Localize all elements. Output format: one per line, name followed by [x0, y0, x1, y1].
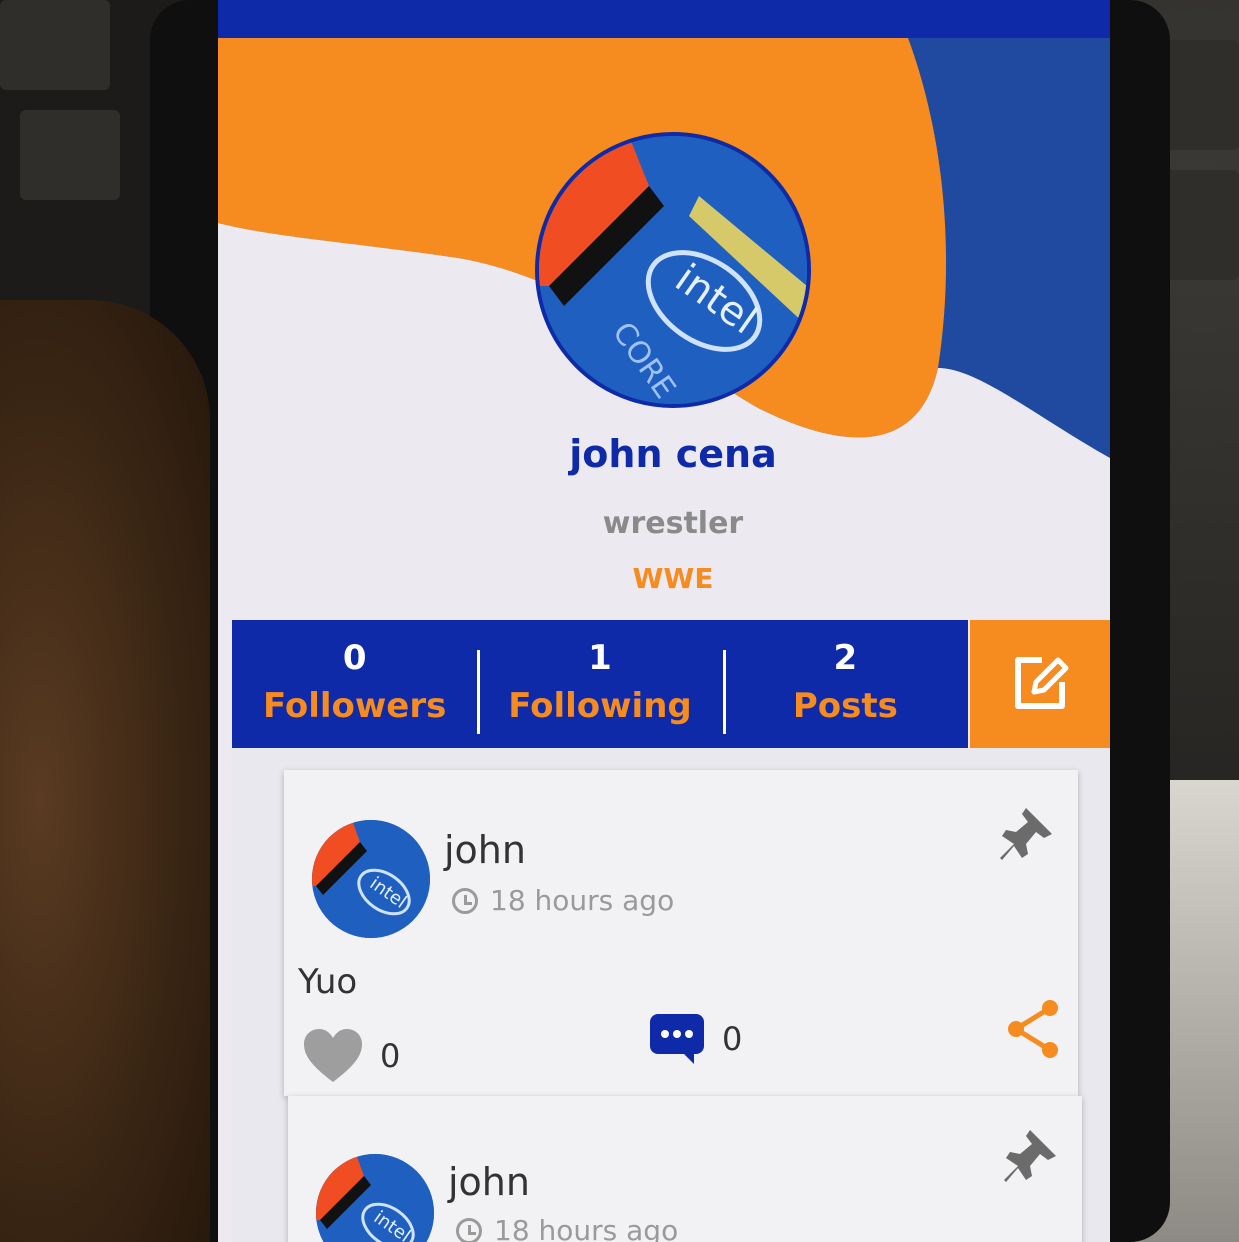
following-stat[interactable]: 1 Following [477, 620, 722, 748]
comment-count: 0 [722, 1020, 743, 1058]
clock-icon [452, 887, 478, 914]
pin-icon[interactable] [1000, 1126, 1060, 1186]
profile-name: john cena [569, 432, 777, 476]
post-author-name[interactable]: john [448, 1160, 530, 1204]
edit-icon [1015, 657, 1069, 709]
post-text: Yuo [298, 962, 358, 1002]
pin-icon[interactable] [996, 804, 1056, 864]
heart-icon [304, 1029, 362, 1082]
profile-avatar[interactable]: intel CORE [535, 132, 811, 408]
posts-count: 2 [833, 638, 858, 678]
edit-profile-button[interactable] [970, 620, 1110, 748]
post-card[interactable]: intel john 18 hours ago [288, 1096, 1082, 1242]
app-screen: intel CORE john cena wrestler WWE 0 Foll… [218, 0, 1110, 1242]
following-label: Following [508, 686, 692, 726]
hand [0, 300, 210, 1242]
post-card[interactable]: intel john 18 hours ago Yuo 0 0 [284, 770, 1078, 1096]
following-count: 1 [588, 638, 612, 678]
comment-icon [650, 1014, 704, 1064]
post-time-text: 18 hours ago [494, 1214, 679, 1242]
share-icon[interactable] [1004, 998, 1064, 1060]
profile-stats-bar: 0 Followers 1 Following 2 Posts [232, 620, 968, 748]
profile-organization: WWE [632, 562, 714, 595]
clock-icon [456, 1217, 482, 1242]
posts-label: Posts [792, 686, 898, 726]
like-button[interactable]: 0 [302, 1028, 400, 1084]
comment-button[interactable]: 0 [648, 1012, 742, 1066]
post-author-name[interactable]: john [444, 828, 526, 872]
followers-stat[interactable]: 0 Followers [232, 620, 477, 748]
post-timestamp: 18 hours ago [456, 1214, 678, 1242]
post-author-avatar[interactable]: intel [312, 820, 430, 938]
post-time-text: 18 hours ago [490, 884, 675, 917]
followers-label: Followers [262, 686, 447, 726]
like-count: 0 [380, 1037, 401, 1075]
post-timestamp: 18 hours ago [452, 884, 674, 917]
post-author-avatar[interactable]: intel [316, 1154, 434, 1242]
profile-title: wrestler [602, 506, 744, 541]
app-top-bar [218, 0, 1110, 38]
posts-stat[interactable]: 2 Posts [722, 620, 968, 748]
followers-count: 0 [342, 638, 367, 678]
